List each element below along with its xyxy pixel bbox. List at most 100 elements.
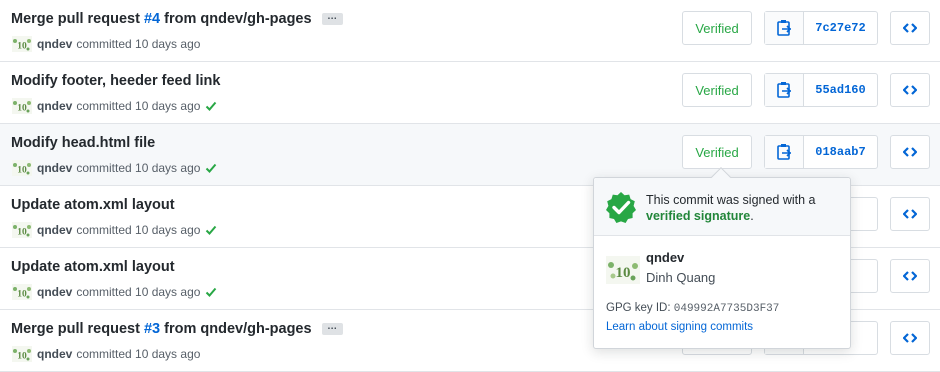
svg-text:10: 10	[616, 265, 631, 281]
code-icon	[903, 271, 917, 281]
svg-text:10: 10	[17, 352, 27, 362]
commit-sha-link[interactable]: 7c27e72	[804, 12, 877, 44]
commit-message-tail: from qndev/gh-pages	[160, 321, 312, 337]
avatar[interactable]: 10	[12, 160, 32, 176]
commit-time: committed 10 days ago	[76, 347, 201, 361]
commit-row: Merge pull request #4 from qndev/gh-page…	[0, 0, 940, 62]
code-icon	[903, 333, 917, 343]
commit-author[interactable]: qndev	[37, 285, 72, 299]
commit-time: committed 10 days ago	[76, 161, 201, 175]
commit-title[interactable]: Update atom.xml layout	[11, 259, 175, 275]
copy-sha-button[interactable]	[765, 136, 804, 168]
commit-title-line: Merge pull request #4 from qndev/gh-page…	[11, 10, 343, 28]
browse-repo-button[interactable]	[890, 11, 930, 45]
gpg-key-line: GPG key ID: 049992A7735D3F37	[606, 302, 779, 315]
copy-sha-button[interactable]	[765, 12, 804, 44]
browse-repo-button[interactable]	[890, 135, 930, 169]
avatar[interactable]: 10	[606, 256, 640, 284]
clipboard-icon	[777, 20, 792, 36]
commit-time: committed 10 days ago	[76, 99, 201, 113]
svg-text:10: 10	[17, 104, 27, 114]
expand-message-button[interactable]: …	[321, 12, 343, 25]
gpg-key-label: GPG key ID:	[606, 302, 671, 314]
commit-title-line: Update atom.xml layout	[11, 196, 175, 214]
popover-message-text: This commit was signed with a	[646, 193, 816, 207]
signer-info: 10 qndev Dinh Quang	[606, 250, 715, 287]
code-icon	[903, 209, 917, 219]
commit-title-line: Modify head.html file	[11, 134, 155, 152]
check-icon[interactable]	[205, 162, 217, 174]
commit-meta: 10 qndev committed 10 days ago	[12, 222, 217, 238]
commit-meta: 10 qndev committed 10 days ago	[12, 160, 217, 176]
browse-repo-button[interactable]	[890, 197, 930, 231]
browse-repo-button[interactable]	[890, 73, 930, 107]
pull-request-link[interactable]: #4	[144, 11, 160, 27]
browse-repo-button[interactable]	[890, 259, 930, 293]
avatar[interactable]: 10	[12, 98, 32, 114]
svg-text:10: 10	[17, 228, 27, 238]
commit-row: Modify footer, heeder feed link 10 qndev co…	[0, 62, 940, 124]
check-icon[interactable]	[205, 224, 217, 236]
svg-text:10: 10	[17, 290, 27, 300]
commit-message: Modify footer, heeder feed link	[11, 73, 221, 89]
commit-time: committed 10 days ago	[76, 285, 201, 299]
avatar[interactable]: 10	[12, 222, 32, 238]
commit-title[interactable]: Modify head.html file	[11, 135, 155, 151]
commit-title-line: Update atom.xml layout	[11, 258, 175, 276]
verified-badge-button[interactable]: Verified	[682, 11, 752, 45]
commit-message-tail: from qndev/gh-pages	[160, 11, 312, 27]
code-icon	[903, 147, 917, 157]
commit-sha-link[interactable]: 018aab7	[804, 136, 877, 168]
popover-message-end: .	[750, 209, 754, 223]
commit-meta: 10 qndev committed 10 days ago	[12, 284, 217, 300]
check-icon[interactable]	[205, 100, 217, 112]
commit-message: Merge pull request	[11, 321, 144, 337]
signer-login[interactable]: qndev	[646, 250, 715, 266]
commit-author[interactable]: qndev	[37, 347, 72, 361]
commit-author[interactable]: qndev	[37, 99, 72, 113]
verified-signature-popover: This commit was signed with a verified s…	[593, 167, 851, 349]
commit-title[interactable]: Merge pull request #3 from qndev/gh-page…	[11, 321, 312, 337]
commit-meta: 10 qndev committed 10 days ago	[12, 36, 200, 52]
commit-sha-group: 018aab7	[764, 135, 878, 169]
commit-author[interactable]: qndev	[37, 161, 72, 175]
popover-message: This commit was signed with a verified s…	[646, 192, 846, 224]
browse-repo-button[interactable]	[890, 321, 930, 355]
svg-text:10: 10	[17, 166, 27, 176]
copy-sha-button[interactable]	[765, 74, 804, 106]
verified-badge-button[interactable]: Verified	[682, 135, 752, 169]
commit-author[interactable]: qndev	[37, 37, 72, 51]
svg-text:10: 10	[17, 42, 27, 52]
code-icon	[903, 23, 917, 33]
verified-badge-icon	[606, 192, 636, 223]
commit-title[interactable]: Update atom.xml layout	[11, 197, 175, 213]
check-icon[interactable]	[205, 286, 217, 298]
verified-badge-button[interactable]: Verified	[682, 73, 752, 107]
commit-sha-link[interactable]: 55ad160	[804, 74, 877, 106]
code-icon	[903, 85, 917, 95]
expand-message-button[interactable]: …	[321, 322, 343, 335]
pull-request-link[interactable]: #3	[144, 321, 160, 337]
commit-time: committed 10 days ago	[76, 223, 201, 237]
commit-message: Modify head.html file	[11, 135, 156, 151]
commit-sha-group: 7c27e72	[764, 11, 878, 45]
commit-message: Update atom.xml layout	[11, 197, 175, 213]
popover-header: This commit was signed with a verified s…	[594, 178, 850, 236]
gpg-key-id: 049992A7735D3F37	[673, 303, 780, 315]
verified-signature-label: verified signature	[646, 209, 751, 223]
commit-title-line: Merge pull request #3 from qndev/gh-page…	[11, 320, 343, 338]
commit-sha-group: 55ad160	[764, 73, 878, 107]
commit-meta: 10 qndev committed 10 days ago	[12, 346, 200, 362]
commit-message: Merge pull request	[11, 11, 144, 27]
clipboard-icon	[777, 82, 792, 98]
commit-title[interactable]: Merge pull request #4 from qndev/gh-page…	[11, 11, 312, 27]
commit-message: Update atom.xml layout	[11, 259, 175, 275]
commit-title[interactable]: Modify footer, heeder feed link	[11, 73, 220, 89]
avatar[interactable]: 10	[12, 284, 32, 300]
commit-author[interactable]: qndev	[37, 223, 72, 237]
commit-title-line: Modify footer, heeder feed link	[11, 72, 220, 90]
learn-signing-link[interactable]: Learn about signing commits	[606, 321, 753, 333]
signer-full-name: Dinh Quang	[646, 270, 716, 285]
avatar[interactable]: 10	[12, 36, 32, 52]
avatar[interactable]: 10	[12, 346, 32, 362]
